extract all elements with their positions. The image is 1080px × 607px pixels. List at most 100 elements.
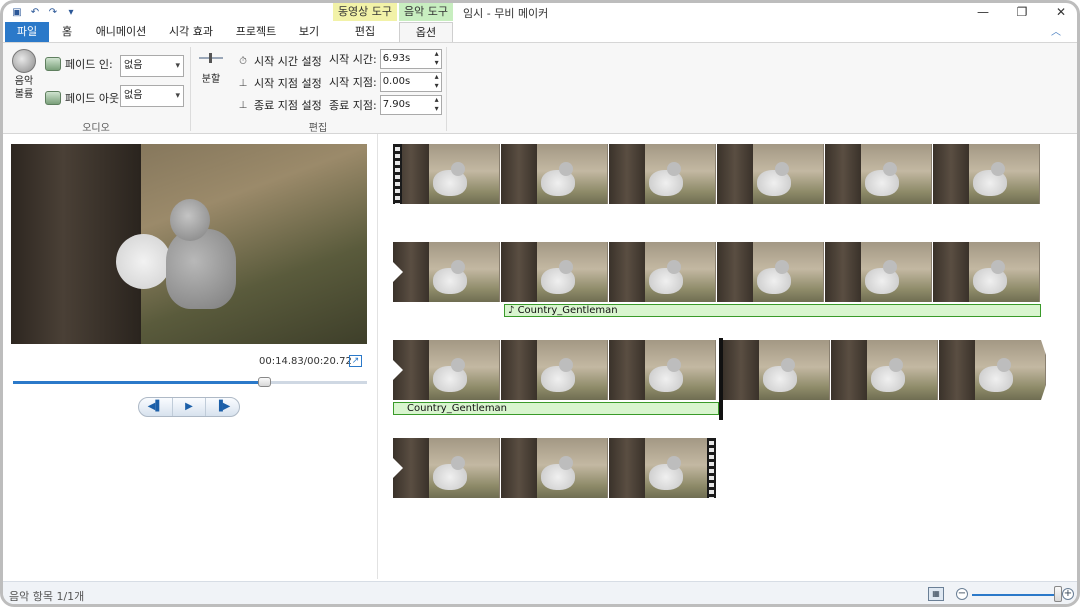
undo-icon[interactable]: ↶: [29, 7, 41, 19]
music-track[interactable]: Country_Gentleman: [393, 402, 719, 415]
video-frame-thumbnail: [825, 144, 932, 204]
end-point-input[interactable]: 7.90s: [379, 95, 442, 115]
thumbnail-size-icon[interactable]: ▦: [928, 587, 944, 601]
frame-detail: [667, 456, 681, 470]
start-point-input[interactable]: 0.00s: [379, 72, 442, 92]
zoom-out-button[interactable]: −: [956, 588, 968, 600]
frame-detail: [667, 260, 681, 274]
expand-preview-icon[interactable]: ↗: [349, 355, 362, 367]
frame-detail: [501, 340, 537, 400]
tab-home[interactable]: 홈: [55, 22, 79, 42]
frame-detail: [889, 358, 903, 372]
fade-out-icon: [45, 91, 61, 105]
minimize-button[interactable]: —: [965, 3, 1001, 21]
video-frame-thumbnail: [717, 242, 824, 302]
set-end-point-label: 종료 지점 설정: [254, 99, 322, 112]
storyboard-row[interactable]: [393, 242, 1053, 302]
tab-animations[interactable]: 애니메이션: [89, 22, 153, 42]
start-point-field: 시작 지점: 0.00s: [329, 72, 442, 92]
group-divider: [446, 47, 447, 131]
set-end-point-button[interactable]: ⊥ 종료 지점 설정: [236, 97, 322, 113]
seek-thumb[interactable]: [258, 377, 272, 387]
row-continue-notch: [393, 360, 403, 380]
row-continue-notch: [393, 458, 403, 478]
chevron-down-icon[interactable]: ▾: [65, 7, 77, 19]
zoom-slider[interactable]: [972, 594, 1062, 596]
music-track[interactable]: ♪ Country_Gentleman: [504, 304, 1041, 317]
zoom-in-button[interactable]: +: [1062, 588, 1074, 600]
frame-detail: [883, 162, 897, 176]
squirrel-image: [116, 199, 246, 319]
frame-detail: [717, 144, 753, 204]
frame-detail: [933, 242, 969, 302]
previous-frame-button[interactable]: ◀▌: [139, 398, 173, 416]
tab-options[interactable]: 옵션: [399, 22, 453, 42]
zoom-thumb[interactable]: [1053, 586, 1062, 602]
split-icon: [199, 53, 223, 65]
start-time-input[interactable]: 6.93s: [379, 49, 442, 69]
squirrel-body: [166, 229, 236, 309]
split-label: 분할: [201, 74, 221, 85]
row-continue-arrow: [1041, 242, 1051, 302]
frame-detail: [501, 144, 537, 204]
play-button[interactable]: ▶: [173, 398, 207, 416]
squirrel-head: [170, 199, 210, 241]
context-group-video-tools: 동영상 도구: [333, 3, 397, 21]
clip-start-sprockets: [393, 144, 402, 204]
fade-in-label: 페이드 인:: [65, 58, 113, 71]
video-frame-thumbnail: [393, 340, 500, 400]
frame-detail: [775, 260, 789, 274]
split-button[interactable]: 분할: [196, 53, 226, 86]
video-frame-thumbnail: [393, 438, 500, 498]
fade-out-label: 페이드 아웃:: [65, 92, 123, 105]
tab-edit[interactable]: 편집: [335, 22, 395, 42]
seek-bar[interactable]: [13, 381, 367, 384]
tab-file[interactable]: 파일: [5, 22, 49, 42]
redo-icon[interactable]: ↷: [47, 7, 59, 19]
frame-detail: [991, 162, 1005, 176]
playhead[interactable]: [719, 338, 723, 420]
video-frame-thumbnail: [609, 144, 716, 204]
fade-out-dropdown[interactable]: 없음: [120, 85, 184, 107]
storyboard-row[interactable]: [393, 340, 719, 400]
frame-detail: [781, 358, 795, 372]
tab-visual-effects[interactable]: 시각 효과: [163, 22, 219, 42]
video-frame-thumbnail: [717, 144, 824, 204]
end-point-icon: ⊥: [238, 99, 248, 111]
frame-detail: [825, 242, 861, 302]
tab-project[interactable]: 프로젝트: [231, 22, 281, 42]
storyboard-row[interactable]: [393, 438, 718, 498]
frame-detail: [831, 340, 867, 400]
tab-view[interactable]: 보기: [293, 22, 325, 42]
video-frame-thumbnail: [501, 340, 608, 400]
video-frame-thumbnail: [609, 438, 716, 498]
next-frame-button[interactable]: ▐▶: [206, 398, 239, 416]
set-start-point-button[interactable]: ⊥ 시작 지점 설정: [236, 75, 322, 91]
fade-in-row: 페이드 인:: [45, 56, 113, 72]
save-icon[interactable]: ▣: [11, 7, 23, 19]
frame-detail: [501, 242, 537, 302]
ribbon-collapse-icon[interactable]: ︿: [1051, 23, 1061, 38]
frame-detail: [609, 242, 645, 302]
frame-detail: [559, 162, 573, 176]
storyboard-row[interactable]: [393, 144, 1053, 204]
fade-in-dropdown[interactable]: 없음: [120, 55, 184, 77]
video-frame-thumbnail: [933, 144, 1040, 204]
end-point-label: 종료 지점:: [329, 99, 377, 112]
edit-group-label: 편집: [308, 123, 328, 134]
video-preview[interactable]: [11, 144, 367, 344]
music-volume-button[interactable]: 음악 볼륨: [9, 49, 39, 101]
storyboard-row[interactable]: [723, 340, 1053, 400]
playback-time: 00:14.83/00:20.72: [259, 356, 352, 367]
frame-detail: [559, 456, 573, 470]
set-start-time-label: 시작 시간 설정: [254, 55, 322, 68]
row-continue-arrow: [1041, 144, 1051, 204]
close-button[interactable]: ✕: [1043, 3, 1077, 21]
video-frame-thumbnail: [939, 340, 1046, 400]
video-frame-thumbnail: [933, 242, 1040, 302]
fade-out-row: 페이드 아웃:: [45, 90, 123, 106]
ribbon: 음악 볼륨 페이드 인: 없음 페이드 아웃: 없음 오디오 분할 ⏱ 시작 시…: [3, 42, 1077, 134]
set-start-time-button[interactable]: ⏱ 시작 시간 설정: [236, 53, 322, 69]
restore-button[interactable]: ❐: [1004, 3, 1040, 21]
frame-detail: [775, 162, 789, 176]
